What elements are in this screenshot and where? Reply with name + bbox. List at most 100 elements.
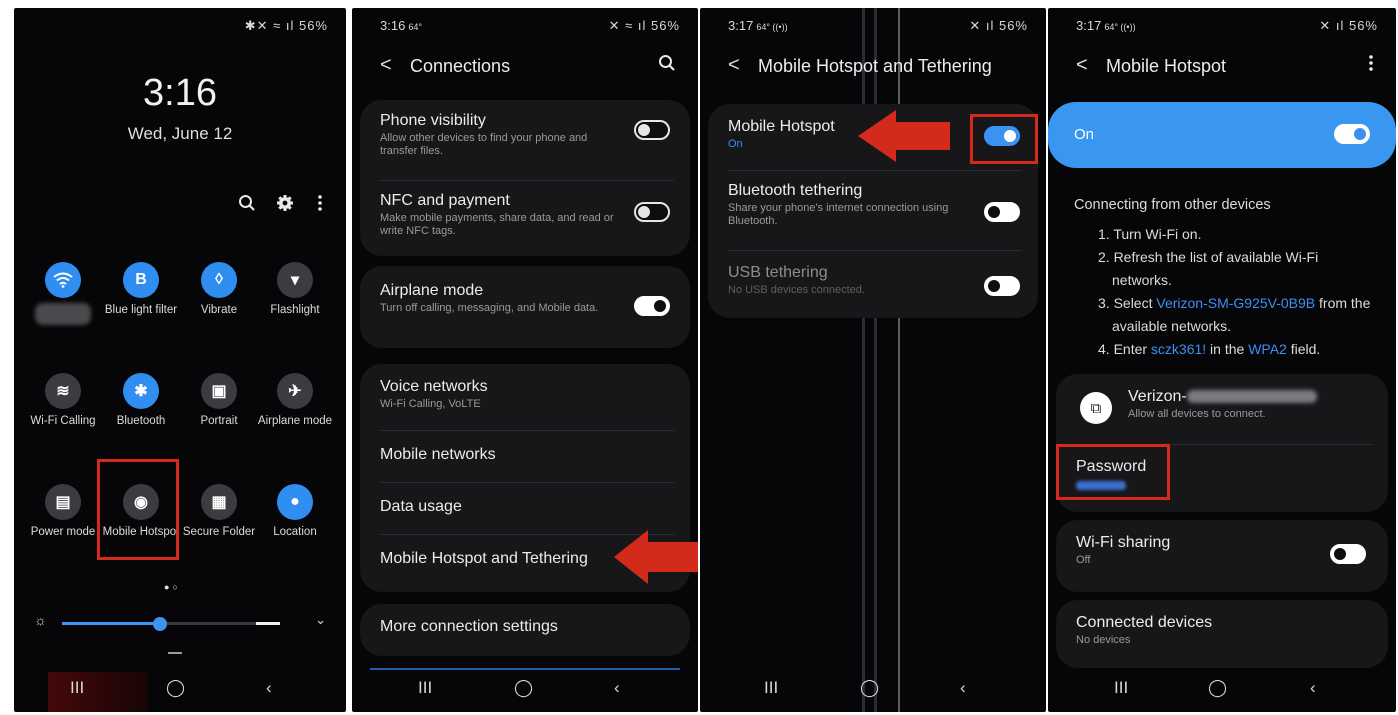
tile-blue-light-filter[interactable]: B Blue light filter <box>102 262 180 317</box>
usb-tethering-toggle[interactable] <box>984 276 1020 296</box>
brightness-thumb[interactable] <box>153 617 168 631</box>
home-button[interactable]: ◯ <box>514 678 533 698</box>
wifi-sharing-label: Wi-Fi sharing <box>1076 534 1171 551</box>
usb-tethering-row[interactable]: USB tethering No USB devices connected. <box>728 264 1022 297</box>
home-button[interactable]: ◯ <box>166 678 185 698</box>
voice-networks-label: Voice networks <box>380 378 488 395</box>
brightness-icon: ☼ <box>34 612 47 628</box>
tile-label: Airplane mode <box>257 415 333 427</box>
chevron-down-icon[interactable]: ⌄ <box>315 612 326 628</box>
tile-location[interactable]: ● Location <box>256 484 334 539</box>
navigation-bar: III ◯ ‹ <box>352 668 698 712</box>
divider <box>380 482 674 483</box>
voice-networks-desc: Wi-Fi Calling, VoLTE <box>380 398 481 410</box>
wifi-sharing-status: Off <box>1076 554 1091 566</box>
data-usage-row[interactable]: Data usage <box>380 498 674 516</box>
tile-vibrate[interactable]: ◊ Vibrate <box>180 262 258 317</box>
recents-button[interactable]: III <box>764 678 778 698</box>
drag-handle[interactable] <box>168 652 182 654</box>
nfc-toggle[interactable] <box>634 202 670 222</box>
status-bar: 3:17 64° ((•)) ✕ ıl 56% <box>1048 16 1396 38</box>
tile-label: Vibrate <box>200 304 238 316</box>
mobile-networks-row[interactable]: Mobile networks <box>380 446 674 464</box>
back-button[interactable]: ‹ <box>960 678 966 698</box>
bluetooth-tethering-row[interactable]: Bluetooth tethering Share your phone's i… <box>728 182 1022 228</box>
vibrate-icon: ◊ <box>201 262 237 298</box>
master-switch-label: On <box>1074 126 1095 143</box>
status-time: 3:16 <box>380 18 406 33</box>
tile-bluetooth[interactable]: ✱ Bluetooth <box>102 373 180 428</box>
phone-visibility-desc: Allow other devices to find your phone a… <box>380 132 588 158</box>
visibility-card: Phone visibility Allow other devices to … <box>360 100 690 256</box>
network-name-row[interactable]: Verizon- Allow all devices to connect. <box>1128 388 1372 421</box>
recents-button[interactable]: III <box>418 678 432 698</box>
tile-label: Location <box>273 526 317 538</box>
tile-wifi-calling[interactable]: ≋ Wi-Fi Calling <box>24 373 102 428</box>
tile-flashlight[interactable]: ▾ Flashlight <box>256 262 334 317</box>
tile-airplane-mode[interactable]: ✈ Airplane mode <box>256 373 334 428</box>
hotspot-tethering-screen: 3:17 64° ((•)) ✕ ıl 56% < Mobile Hotspot … <box>700 8 1046 712</box>
brightness-slider[interactable]: ☼ ⌄ <box>34 612 326 635</box>
navigation-bar: III ◯ ‹ <box>1048 668 1396 712</box>
phone-visibility-toggle[interactable] <box>634 120 670 140</box>
back-button[interactable]: ‹ <box>266 678 272 698</box>
airplane-label: Airplane mode <box>380 282 484 299</box>
connected-devices-row[interactable]: Connected devices No devices <box>1076 614 1372 647</box>
back-button[interactable]: ‹ <box>614 678 620 698</box>
status-icons: ✕ ıl 56% <box>969 18 1028 33</box>
navigation-bar: III ◯ ‹ <box>700 668 1046 712</box>
password-value: sczk361! <box>1150 341 1207 357</box>
tile-label: Power mode <box>30 526 96 538</box>
recents-button[interactable]: III <box>70 678 84 698</box>
home-button[interactable]: ◯ <box>1208 678 1227 698</box>
wifi-icon <box>45 262 81 298</box>
status-time: 3:17 <box>1076 18 1102 33</box>
tile-label: Wi-Fi Calling <box>30 415 96 427</box>
blurred-network-suffix <box>1186 390 1317 404</box>
home-button[interactable]: ◯ <box>860 678 879 698</box>
master-switch-bar[interactable]: On <box>1048 102 1396 168</box>
connected-devices-card: Connected devices No devices <box>1056 600 1388 668</box>
tile-power-mode[interactable]: ▤ Power mode <box>24 484 102 539</box>
divider <box>380 430 674 431</box>
navigation-bar: III ◯ ‹ <box>14 668 346 712</box>
brightness-end <box>256 622 280 625</box>
nfc-row[interactable]: NFC and payment Make mobile payments, sh… <box>380 192 674 238</box>
back-button[interactable]: ‹ <box>1310 678 1316 698</box>
more-icon[interactable] <box>1368 54 1374 77</box>
app-header: < Mobile Hotspot <box>1048 52 1396 88</box>
tile-label: Flashlight <box>270 304 320 316</box>
divider <box>728 170 1022 171</box>
search-icon[interactable] <box>238 194 256 217</box>
master-switch-toggle[interactable] <box>1334 124 1370 144</box>
gear-icon[interactable] <box>276 194 294 217</box>
more-card: More connection settings <box>360 604 690 656</box>
search-icon[interactable] <box>658 54 676 77</box>
tile-portrait[interactable]: ▣ Portrait <box>180 373 258 428</box>
status-bar: ✱✕ ≈ ıl 56% <box>14 16 346 38</box>
usb-tethering-desc: No USB devices connected. <box>728 284 865 296</box>
back-arrow-icon[interactable]: < <box>728 54 740 77</box>
status-icons: ✕ ıl 56% <box>1319 18 1378 33</box>
recents-button[interactable]: III <box>1114 678 1128 698</box>
wifi-sharing-row[interactable]: Wi-Fi sharing Off <box>1076 534 1372 567</box>
airplane-row[interactable]: Airplane mode Turn off calling, messagin… <box>380 282 674 315</box>
back-arrow-icon[interactable]: < <box>380 54 392 77</box>
wifi-sharing-toggle[interactable] <box>1330 544 1366 564</box>
back-arrow-icon[interactable]: < <box>1076 54 1088 77</box>
tile-wifi[interactable] <box>24 262 102 329</box>
status-extra: 64° ((•)) <box>1104 22 1136 32</box>
tile-label: Secure Folder <box>182 526 256 538</box>
brightness-track <box>62 617 280 631</box>
instruction-step: 1. Turn Wi-Fi on. <box>1098 226 1202 242</box>
airplane-toggle[interactable] <box>634 296 670 316</box>
bluetooth-tethering-toggle[interactable] <box>984 202 1020 222</box>
clock: 3:16 <box>143 72 217 114</box>
phone-visibility-row[interactable]: Phone visibility Allow other devices to … <box>380 112 674 158</box>
divider <box>380 180 674 181</box>
tile-secure-folder[interactable]: ▦ Secure Folder <box>180 484 258 539</box>
more-settings-row[interactable]: More connection settings <box>380 618 674 636</box>
more-icon[interactable] <box>317 194 323 217</box>
voice-networks-row[interactable]: Voice networks Wi-Fi Calling, VoLTE <box>380 378 674 411</box>
instruction-step: 3. Select Verizon-SM-G925V-0B9B from the… <box>1098 295 1371 334</box>
